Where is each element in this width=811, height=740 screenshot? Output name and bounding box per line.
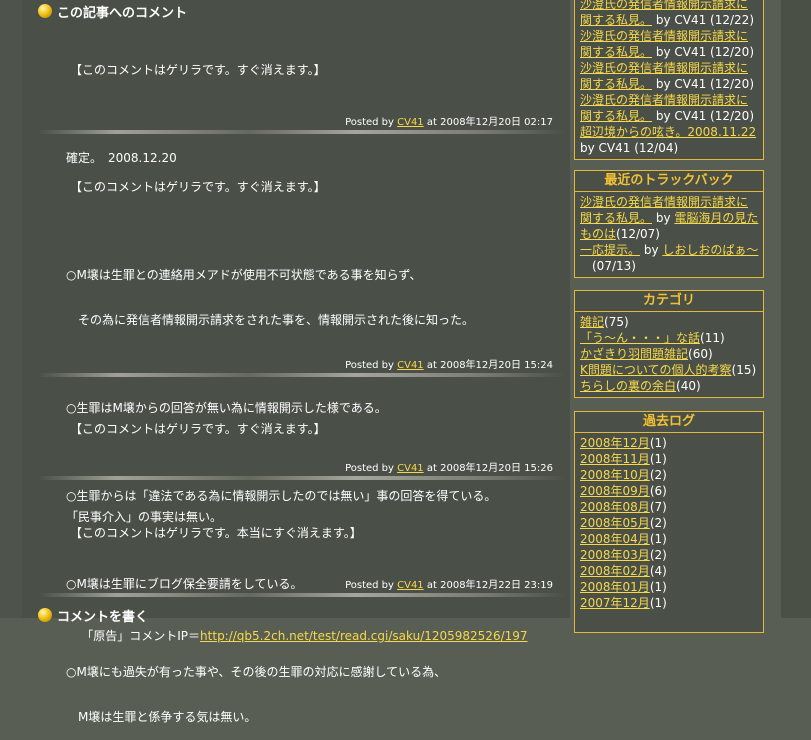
comment-line: ○M壌は生罪との連絡用メアドが使用不可状態である事を知らず、 <box>66 268 422 282</box>
list-item: 沙澄氏の発信者情報開示請求に 関する私見。 by 電脳海月の見た ものは(12/… <box>580 195 759 241</box>
trackback-source-link[interactable]: 電脳海月の見た <box>674 211 758 225</box>
trackback-title: 最近のトラックバック <box>575 171 763 192</box>
list-item: 2007年12月(1) <box>580 596 667 610</box>
comment-divider <box>38 476 566 480</box>
comment-3-posted: Posted by CV41 at 2008年12月20日 15:26 <box>345 463 553 474</box>
category-list: 雑記(75) 「う～ん・・・」な話(11) かざきり羽問題雑記(60) K問題に… <box>575 312 763 397</box>
comment-article-link[interactable]: 関する私見。 <box>580 77 652 91</box>
list-item: 一応提示。 by しおしおのぱぁ～ (07/13) <box>580 243 759 273</box>
comment-line: M壌は生罪と係争する気は無い。 <box>66 710 257 724</box>
category-link[interactable]: ちらしの裏の余白 <box>580 379 676 393</box>
list-item: 2008年08月(7) <box>580 500 667 514</box>
list-item: 雑記(75) <box>580 315 629 329</box>
list-item: 2008年03月(2) <box>580 548 667 562</box>
comments-heading-text: この記事へのコメント <box>57 5 188 21</box>
category-link[interactable]: かざきり羽問題雑記 <box>580 347 688 361</box>
comment-article-link[interactable]: 沙澄氏の発信者情報開示請求に <box>580 93 748 107</box>
archive-link[interactable]: 2008年03月 <box>580 548 650 562</box>
archive-link[interactable]: 2008年02月 <box>580 564 650 578</box>
comment-4-posted: Posted by CV41 at 2008年12月22日 23:19 <box>345 580 553 591</box>
archive-link[interactable]: 2008年04月 <box>580 532 650 546</box>
category-title: カテゴリ <box>575 291 763 312</box>
trackback-article-link[interactable]: 関する私見。 <box>580 211 652 225</box>
trackback-source-link[interactable]: しおしおのぱぁ～ <box>662 243 758 257</box>
comment-line: 【このコメントはゲリラです。本当にすぐ消えます。】 <box>70 526 362 540</box>
trackback-source-link[interactable]: ものは <box>580 227 616 241</box>
comment-divider <box>38 373 566 377</box>
category-box: カテゴリ 雑記(75) 「う～ん・・・」な話(11) かざきり羽問題雑記(60)… <box>574 290 764 398</box>
ip-label: 「原告」コメントIP＝ <box>81 629 201 643</box>
page-right-margin <box>781 0 811 618</box>
comment-2-posted: Posted by CV41 at 2008年12月20日 15:24 <box>345 360 553 371</box>
list-item: 2008年02月(4) <box>580 564 667 578</box>
category-link[interactable]: 雑記 <box>580 315 604 329</box>
comments-heading: この記事へのコメント <box>38 2 188 21</box>
recent-comments-box: 沙澄氏の発信者情報開示請求に 関する私見。 by CV41 (12/22) 沙澄… <box>574 0 764 160</box>
list-item: 2008年01月(1) <box>580 580 667 594</box>
list-item: 沙澄氏の発信者情報開示請求に 関する私見。 by CV41 (12/20) <box>580 29 754 59</box>
trackback-box: 最近のトラックバック 沙澄氏の発信者情報開示請求に 関する私見。 by 電脳海月… <box>574 170 764 278</box>
archive-link[interactable]: 2008年01月 <box>580 580 650 594</box>
ip-link[interactable]: http://qb5.2ch.net/test/read.cgi/saku/12… <box>200 629 527 643</box>
archive-link[interactable]: 2007年12月 <box>580 596 650 610</box>
archive-title: 過去ログ <box>575 412 763 433</box>
comment-divider <box>38 130 566 134</box>
list-item: 沙澄氏の発信者情報開示請求に 関する私見。 by CV41 (12/20) <box>580 61 754 91</box>
archive-box: 過去ログ 2008年12月(1) 2008年11月(1) 2008年10月(2)… <box>574 411 764 633</box>
comment-line: 【このコメントはゲリラです。すぐ消えます。】 <box>70 422 326 436</box>
author-link[interactable]: CV41 <box>397 360 424 371</box>
list-item: 2008年05月(2) <box>580 516 667 530</box>
write-comment-heading: コメントを書く <box>38 606 149 625</box>
comment-article-link[interactable]: 沙澄氏の発信者情報開示請求に <box>580 61 748 75</box>
comment-article-link[interactable]: 超辺境からの呟き。2008.11.22 <box>580 125 756 139</box>
list-item: かざきり羽問題雑記(60) <box>580 347 713 361</box>
trackback-article-link[interactable]: 一応提示。 <box>580 243 640 257</box>
archive-link[interactable]: 2008年12月 <box>580 436 650 450</box>
comment-article-link[interactable]: 沙澄氏の発信者情報開示請求に <box>580 29 748 43</box>
write-comment-heading-text: コメントを書く <box>57 609 149 625</box>
comment-line: その為に発信者情報開示請求をされた事を、情報開示された後に知った。 <box>66 313 475 327</box>
trackback-list: 沙澄氏の発信者情報開示請求に 関する私見。 by 電脳海月の見た ものは(12/… <box>575 192 763 277</box>
list-item: 2008年12月(1) <box>580 436 667 450</box>
comment-article-link[interactable]: 関する私見。 <box>580 109 652 123</box>
page-left-margin <box>0 0 22 618</box>
list-item: 2008年09月(6) <box>580 484 667 498</box>
comment-article-link[interactable]: 関する私見。 <box>580 45 652 59</box>
archive-link[interactable]: 2008年08月 <box>580 500 650 514</box>
archive-link[interactable]: 2008年05月 <box>580 516 650 530</box>
author-link[interactable]: CV41 <box>397 117 424 128</box>
list-item: 沙澄氏の発信者情報開示請求に 関する私見。 by CV41 (12/22) <box>580 0 758 28</box>
list-item: 2008年04月(1) <box>580 532 667 546</box>
list-item: 2008年10月(2) <box>580 468 667 482</box>
trackback-article-link[interactable]: 沙澄氏の発信者情報開示請求に <box>580 195 748 209</box>
yellow-bullet-icon <box>38 608 52 622</box>
list-item: 超辺境からの呟き。2008.11.22 by CV41 (12/04) <box>580 125 757 155</box>
category-link[interactable]: 「う～ん・・・」な話 <box>580 331 700 345</box>
category-link[interactable]: K問題についての個人的考察 <box>580 363 732 377</box>
list-item: 「う～ん・・・」な話(11) <box>580 331 725 345</box>
list-item: ちらしの裏の余白(40) <box>580 379 701 393</box>
comment-line: 【このコメントはゲリラです。すぐ消えます。】 <box>70 63 326 77</box>
archive-link[interactable]: 2008年10月 <box>580 468 650 482</box>
recent-comments-list: 沙澄氏の発信者情報開示請求に 関する私見。 by CV41 (12/22) 沙澄… <box>575 0 763 159</box>
comment-1-posted: Posted by CV41 at 2008年12月20日 02:17 <box>345 117 553 128</box>
archive-link[interactable]: 2008年11月 <box>580 452 650 466</box>
comment-article-link[interactable]: 関する私見。 <box>580 13 652 27</box>
author-link[interactable]: CV41 <box>397 580 424 591</box>
comment-divider <box>38 593 566 597</box>
list-item: K問題についての個人的考察(15) <box>580 363 757 377</box>
list-item: 沙澄氏の発信者情報開示請求に 関する私見。 by CV41 (12/20) <box>580 93 754 123</box>
archive-link[interactable]: 2008年09月 <box>580 484 650 498</box>
author-link[interactable]: CV41 <box>397 463 424 474</box>
archive-list: 2008年12月(1) 2008年11月(1) 2008年10月(2) 2008… <box>575 433 763 614</box>
list-item: 2008年11月(1) <box>580 452 667 466</box>
yellow-bullet-icon <box>38 4 52 18</box>
comment-article-link[interactable]: 沙澄氏の発信者情報開示請求に <box>580 0 748 11</box>
comment-line: 【このコメントはゲリラです。すぐ消えます。】 <box>70 180 326 194</box>
